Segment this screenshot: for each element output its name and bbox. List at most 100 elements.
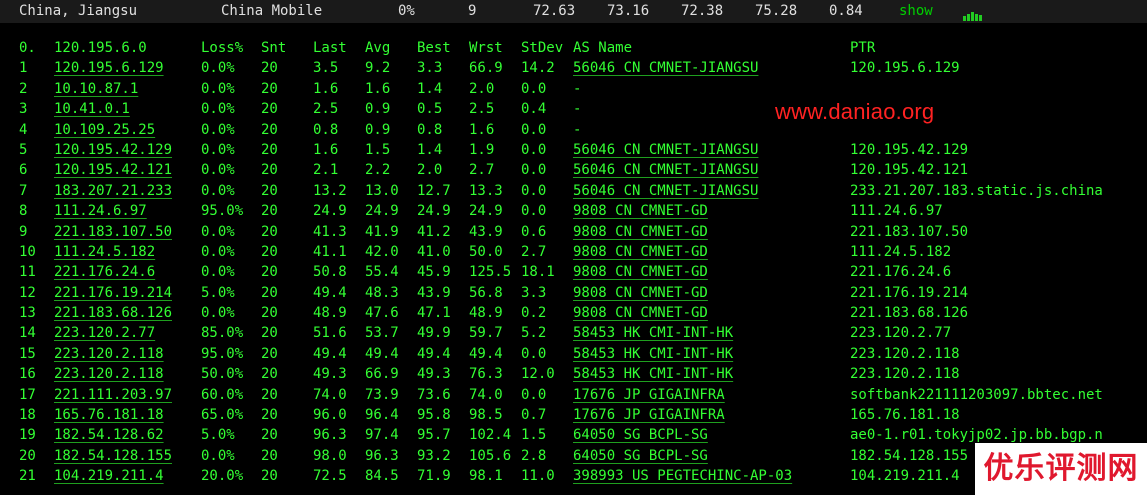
hop-last: 49.4 (313, 284, 347, 301)
hop-as-link[interactable]: 64050 SG BCPL-SG (573, 425, 708, 445)
hop-ip-link[interactable]: 221.111.203.97 (54, 385, 172, 405)
summary-value-2: 73.16 (607, 3, 650, 19)
hop-number: 21 (19, 468, 36, 485)
hop-as-link[interactable]: 56046 CN CMNET-JIANGSU (573, 181, 758, 201)
hop-ip-link[interactable]: 10.10.87.1 (54, 79, 138, 99)
hop-snt: 20 (261, 162, 278, 179)
hop-as-link[interactable]: 398993 US PEGTECHINC-AP-03 (573, 466, 792, 486)
hop-number: 12 (19, 284, 36, 301)
hop-as-link[interactable]: 17676 JP GIGAINFRA (573, 385, 725, 405)
hop-avg: 47.6 (365, 305, 399, 322)
hop-wrst: 74.0 (469, 386, 503, 403)
hop-wrst: 48.9 (469, 305, 503, 322)
watermark-logo: 优乐评测网 (975, 443, 1147, 495)
hop-ip-link[interactable]: 120.195.6.129 (54, 58, 164, 78)
hop-ip-link[interactable]: 182.54.128.62 (54, 425, 164, 445)
hop-avg: 97.4 (365, 427, 399, 444)
header-target-ip: 120.195.6.0 (54, 40, 147, 56)
hop-ip-link[interactable]: 221.183.68.126 (54, 303, 172, 323)
table-row: 5 120.195.42.129 0.0% 20 1.6 1.5 1.4 1.9 0.0 5604… (0, 140, 1147, 160)
hop-loss: 0.0% (201, 162, 235, 179)
hop-last: 13.2 (313, 182, 347, 199)
hop-stdev: 1.5 (521, 427, 547, 444)
hop-snt: 20 (261, 427, 278, 444)
hop-ip-link[interactable]: 221.176.24.6 (54, 262, 155, 282)
hop-number: 11 (19, 264, 36, 281)
hop-ptr: 221.176.24.6 (850, 264, 952, 281)
hop-loss: 65.0% (201, 407, 244, 424)
hop-as-link[interactable]: 9808 CN CMNET-GD (573, 222, 708, 242)
hop-avg: 48.3 (365, 284, 399, 301)
hop-as-link[interactable]: 9808 CN CMNET-GD (573, 201, 708, 221)
hop-ip-link[interactable]: 120.195.42.129 (54, 140, 172, 160)
hop-ip-link[interactable]: 165.76.181.18 (54, 405, 164, 425)
hop-best: 0.5 (417, 101, 443, 118)
hop-loss: 85.0% (201, 325, 244, 342)
hop-ptr: 120.195.42.121 (850, 162, 969, 179)
hop-ip-link[interactable]: 111.24.5.182 (54, 242, 155, 262)
hop-ip-link[interactable]: 223.120.2.118 (54, 364, 164, 384)
hop-as-link[interactable]: 9808 CN CMNET-GD (573, 242, 708, 262)
mtr-hop-table: 0. 120.195.6.0 Loss% Snt Last Avg Best W… (0, 38, 1147, 487)
hop-as-link[interactable]: 17676 JP GIGAINFRA (573, 405, 725, 425)
hop-ip-link[interactable]: 120.195.42.121 (54, 160, 172, 180)
show-link[interactable]: show (899, 2, 933, 20)
mini-bar (963, 16, 966, 21)
hop-avg: 66.9 (365, 366, 399, 383)
hop-ip-link[interactable]: 10.109.25.25 (54, 120, 155, 140)
hop-stdev: 14.2 (521, 60, 555, 77)
hop-number: 5 (19, 141, 28, 158)
hop-ip-link[interactable]: 183.207.21.233 (54, 181, 172, 201)
hop-as-link[interactable]: 9808 CN CMNET-GD (573, 283, 708, 303)
hop-as-link[interactable]: 58453 HK CMI-INT-HK (573, 364, 733, 384)
hop-ip-link[interactable]: 221.176.19.214 (54, 283, 172, 303)
hop-last: 41.1 (313, 243, 347, 260)
hop-ip-link[interactable]: 221.183.107.50 (54, 222, 172, 242)
hop-stdev: 3.3 (521, 284, 547, 301)
hop-best: 2.0 (417, 162, 443, 179)
hop-last: 0.8 (313, 121, 339, 138)
hop-avg: 96.4 (365, 407, 399, 424)
hop-number: 17 (19, 386, 36, 403)
hop-as-link[interactable]: 56046 CN CMNET-JIANGSU (573, 140, 758, 160)
hop-ip-link[interactable]: 223.120.2.118 (54, 344, 164, 364)
table-header-row: 0. 120.195.6.0 Loss% Snt Last Avg Best W… (0, 38, 1147, 58)
hop-best: 0.8 (417, 121, 443, 138)
hop-as-link: - (573, 101, 582, 118)
hop-ip-link[interactable]: 111.24.6.97 (54, 201, 147, 221)
hop-ip-link[interactable]: 104.219.211.4 (54, 466, 164, 486)
hop-as-link[interactable]: 64050 SG BCPL-SG (573, 446, 708, 466)
hop-avg: 41.9 (365, 223, 399, 240)
hop-as-link[interactable]: 9808 CN CMNET-GD (573, 262, 708, 282)
hop-as-link[interactable]: 58453 HK CMI-INT-HK (573, 344, 733, 364)
hop-snt: 20 (261, 305, 278, 322)
header-ptr: PTR (850, 40, 876, 56)
hop-ip-link[interactable]: 223.120.2.77 (54, 323, 155, 343)
hop-as-link[interactable]: 56046 CN CMNET-JIANGSU (573, 160, 758, 180)
hop-as-link[interactable]: 56046 CN CMNET-JIANGSU (573, 58, 758, 78)
hop-last: 51.6 (313, 325, 347, 342)
hop-ip-link[interactable]: 10.41.0.1 (54, 99, 130, 119)
hop-avg: 53.7 (365, 325, 399, 342)
header-hop: 0. (19, 40, 36, 56)
hop-wrst: 1.6 (469, 121, 495, 138)
hop-last: 49.3 (313, 366, 347, 383)
hop-ip-link[interactable]: 182.54.128.155 (54, 446, 172, 466)
hop-ptr: 221.176.19.214 (850, 284, 969, 301)
hop-loss: 95.0% (201, 345, 244, 362)
hop-loss: 5.0% (201, 284, 235, 301)
hop-ptr: 223.120.2.77 (850, 325, 952, 342)
hop-wrst: 2.5 (469, 101, 495, 118)
hop-wrst: 2.0 (469, 80, 495, 97)
hop-wrst: 105.6 (469, 447, 512, 464)
hop-stdev: 0.0 (521, 80, 547, 97)
hop-number: 15 (19, 345, 36, 362)
mini-bar (971, 12, 974, 21)
hop-number: 7 (19, 182, 28, 199)
hop-as-link[interactable]: 58453 HK CMI-INT-HK (573, 323, 733, 343)
hop-avg: 49.4 (365, 345, 399, 362)
hop-as-link[interactable]: 9808 CN CMNET-GD (573, 303, 708, 323)
hop-loss: 50.0% (201, 366, 244, 383)
hop-avg: 0.9 (365, 121, 391, 138)
hop-snt: 20 (261, 80, 278, 97)
